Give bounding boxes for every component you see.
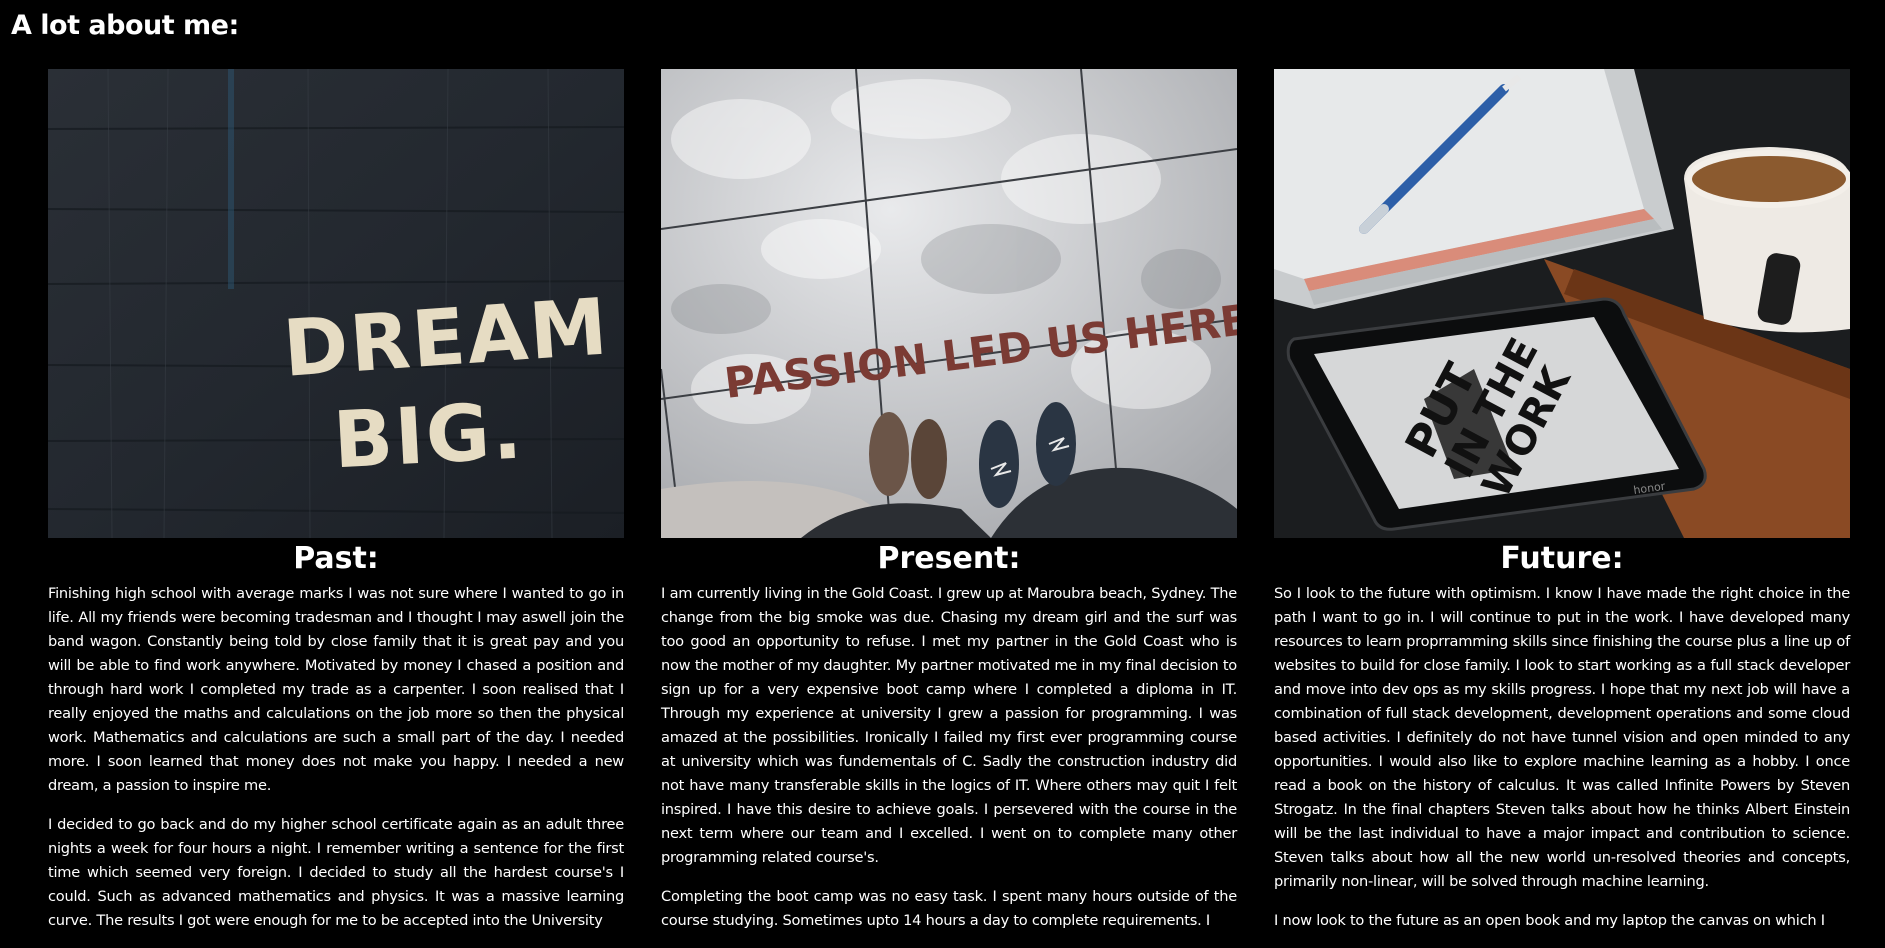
put-in-the-work-photo: PUT IN THE WORK honor: [1274, 69, 1850, 538]
present-paragraph-2: Completing the boot camp was no easy tas…: [661, 888, 1237, 929]
about-columns: DREAM BIG. Past: Finishing high school w…: [48, 69, 1850, 948]
past-paragraph-2: I decided to go back and do my higher sc…: [48, 816, 624, 929]
past-title: Past:: [293, 541, 379, 576]
future-column: PUT IN THE WORK honor Future: So I look …: [1274, 69, 1850, 948]
present-paragraph-1: I am currently living in the Gold Coast.…: [661, 585, 1237, 866]
past-column: DREAM BIG. Past: Finishing high school w…: [48, 69, 624, 948]
dream-big-photo: DREAM BIG.: [48, 69, 624, 538]
future-title: Future:: [1500, 541, 1624, 576]
big-text: BIG.: [331, 386, 526, 486]
page-heading: A lot about me:: [11, 10, 239, 41]
passion-photo: PASSION LED US HERE: [661, 69, 1237, 538]
present-title: Present:: [877, 541, 1021, 576]
past-paragraph-1: Finishing high school with average marks…: [48, 585, 624, 794]
present-column: PASSION LED US HERE Present: I am curren…: [661, 69, 1237, 948]
future-paragraph-1: So I look to the future with optimism. I…: [1274, 585, 1850, 890]
future-paragraph-2: I now look to the future as an open book…: [1274, 912, 1825, 929]
